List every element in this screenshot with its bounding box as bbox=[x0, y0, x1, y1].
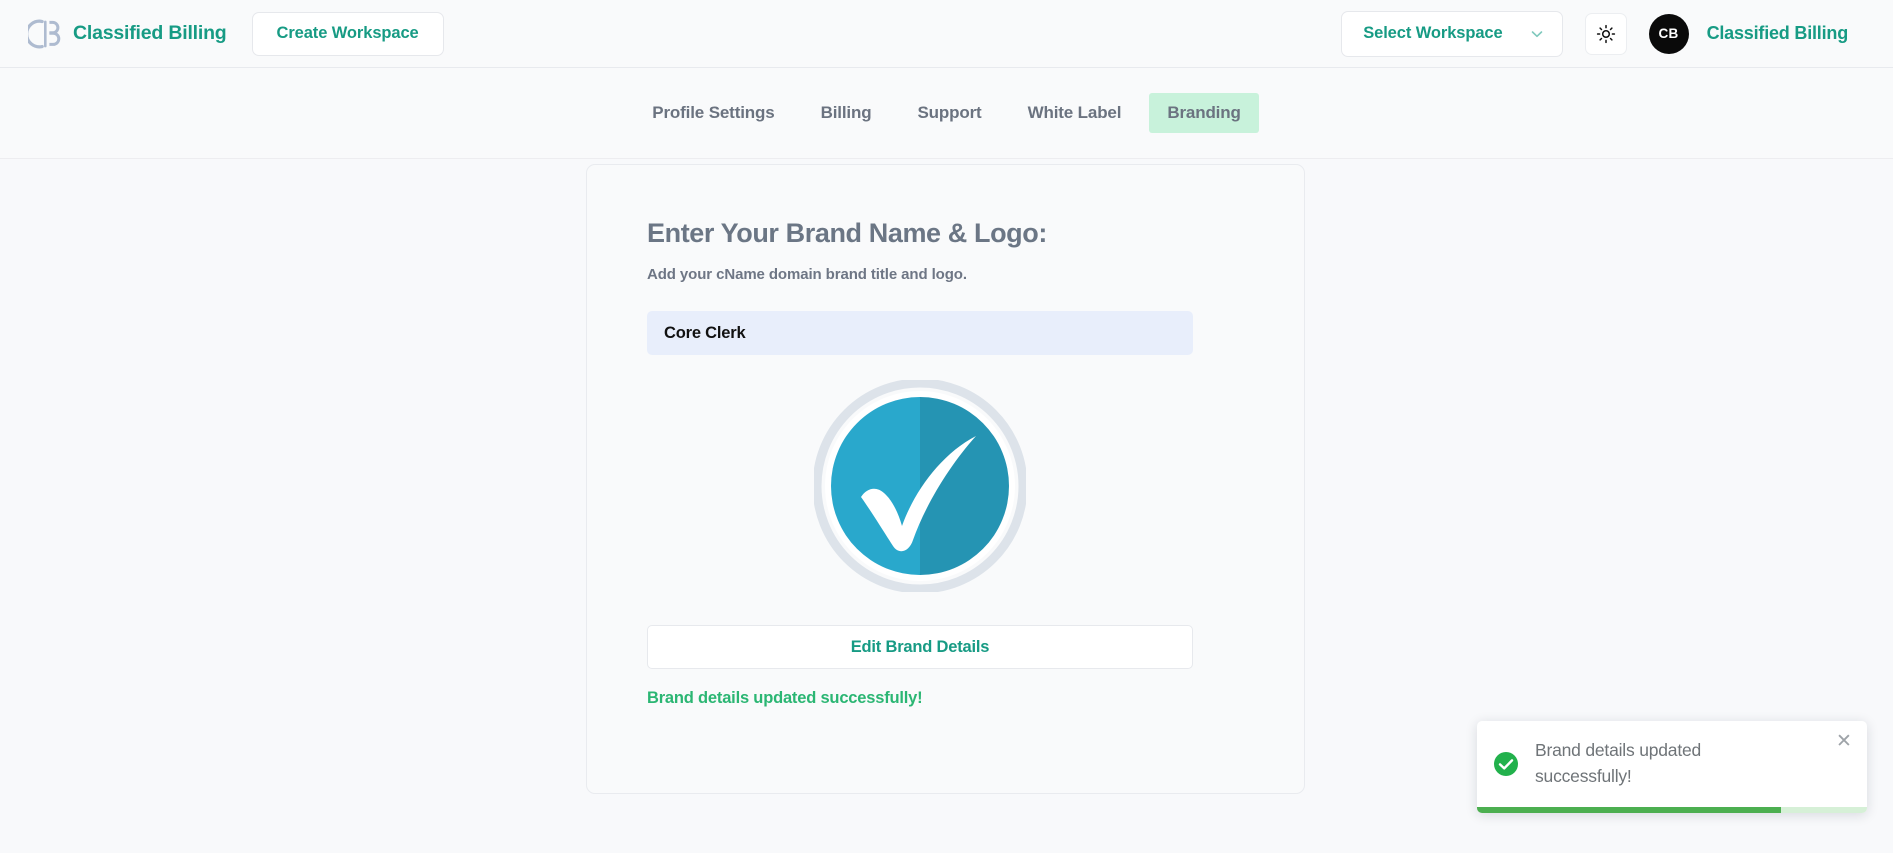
cb-monogram-logo-icon bbox=[25, 17, 62, 51]
app-header: Classified Billing Create Workspace Sele… bbox=[0, 0, 1893, 68]
avatar[interactable]: CB bbox=[1648, 13, 1689, 54]
teal-circle-checkmark-logo-icon bbox=[812, 378, 1028, 594]
page-title: Enter Your Brand Name & Logo: bbox=[647, 218, 1047, 248]
toast-message: Brand details updated successfully! bbox=[1535, 740, 1702, 786]
success-toast: Brand details updated successfully! ✕ bbox=[1477, 721, 1867, 813]
theme-toggle-button[interactable] bbox=[1584, 12, 1627, 55]
user-name-label[interactable]: Classified Billing bbox=[1707, 23, 1849, 44]
workspace-select-label: Select Workspace bbox=[1363, 24, 1503, 42]
brand-name-label: Classified Billing bbox=[73, 22, 227, 44]
tab-profile-settings[interactable]: Profile Settings bbox=[634, 93, 792, 133]
toast-progress-fill bbox=[1477, 807, 1782, 813]
branding-card: Enter Your Brand Name & Logo: Add your c… bbox=[586, 164, 1305, 794]
brand-logo-preview bbox=[647, 378, 1193, 594]
brand-block: Classified Billing bbox=[25, 17, 227, 51]
edit-brand-details-button[interactable]: Edit Brand Details bbox=[647, 625, 1193, 669]
sun-icon bbox=[1596, 24, 1616, 44]
workspace-select-dropdown[interactable]: Select Workspace bbox=[1341, 10, 1563, 57]
chevron-down-icon bbox=[1529, 26, 1545, 42]
page-subtitle: Add your cName domain brand title and lo… bbox=[647, 266, 967, 283]
settings-tab-bar: Profile Settings Billing Support White L… bbox=[0, 68, 1893, 159]
branding-card-content: Enter Your Brand Name & Logo: Add your c… bbox=[587, 165, 1304, 708]
tab-support[interactable]: Support bbox=[899, 93, 999, 133]
inline-success-message: Brand details updated successfully! bbox=[647, 689, 923, 707]
header-right-cluster: Select Workspace CB Classified Billing bbox=[1341, 10, 1849, 57]
close-icon[interactable]: ✕ bbox=[1833, 730, 1855, 752]
toast-progress-track bbox=[1477, 807, 1867, 813]
brand-name-input[interactable] bbox=[647, 311, 1193, 355]
green-check-circle-icon bbox=[1493, 751, 1519, 777]
toast-body: Brand details updated successfully! bbox=[1477, 721, 1867, 807]
create-workspace-button[interactable]: Create Workspace bbox=[251, 11, 444, 56]
tab-billing[interactable]: Billing bbox=[803, 93, 890, 133]
tab-white-label[interactable]: White Label bbox=[1010, 93, 1140, 133]
tab-branding[interactable]: Branding bbox=[1149, 93, 1259, 133]
